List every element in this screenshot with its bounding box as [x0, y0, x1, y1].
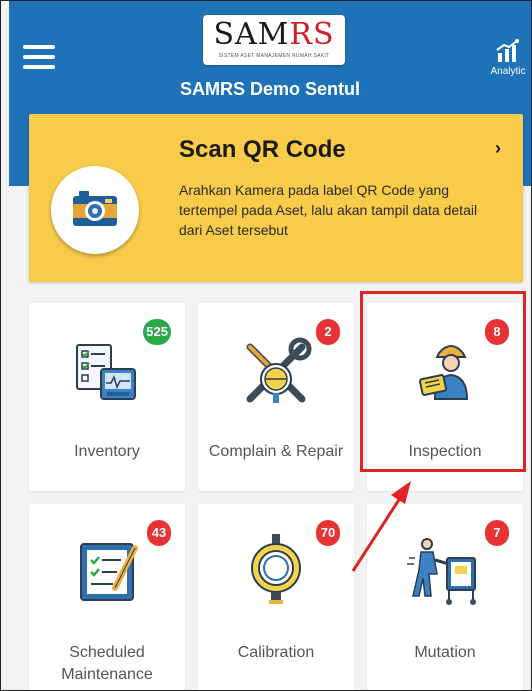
app-screen: SAMRS SISTEM ASET MANAJEMEN RUMAH SAKIT …	[0, 0, 532, 691]
annotation-arrow-icon	[351, 481, 411, 572]
